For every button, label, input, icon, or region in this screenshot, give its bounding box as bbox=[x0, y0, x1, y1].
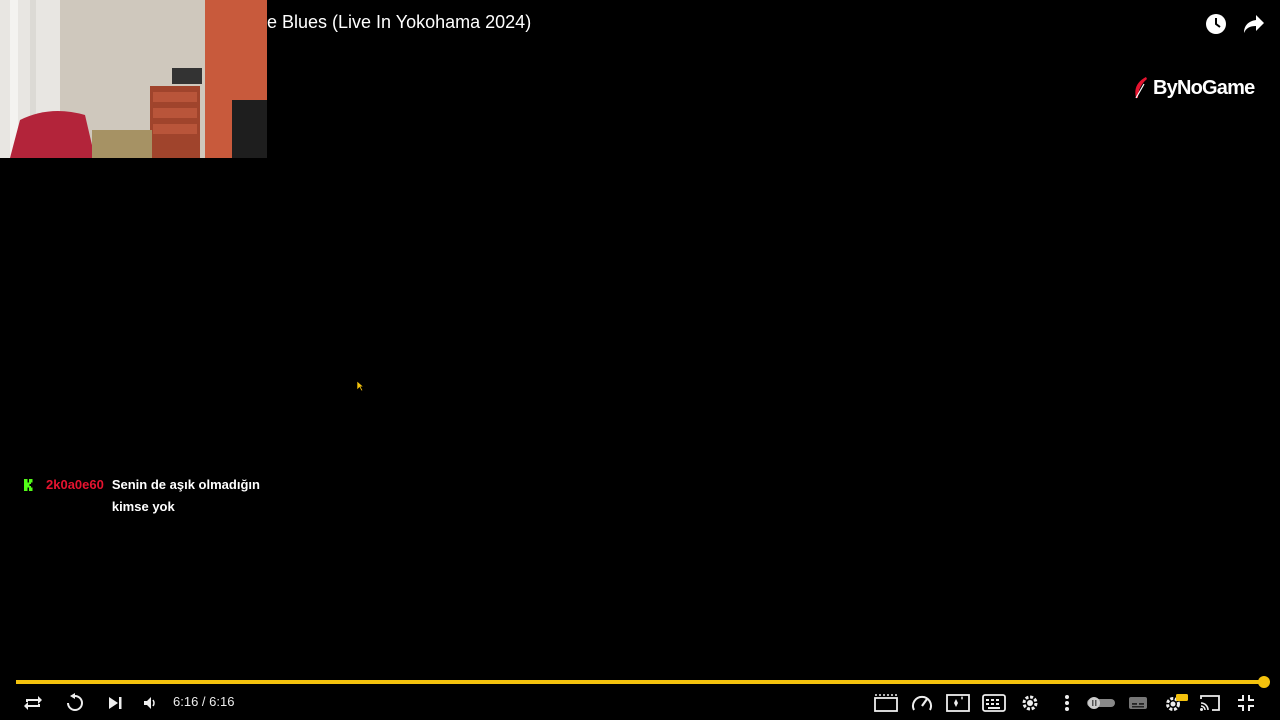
next-icon[interactable] bbox=[102, 690, 128, 716]
mouse-cursor bbox=[356, 380, 364, 392]
chat-message: 2k0a0e60 Senin de aşık olmadığın kimse y… bbox=[24, 474, 284, 518]
theater-icon[interactable] bbox=[873, 690, 899, 716]
cast-icon[interactable] bbox=[1197, 690, 1223, 716]
keyboard-icon[interactable] bbox=[981, 690, 1007, 716]
video-title: e Blues (Live In Yokohama 2024) bbox=[267, 12, 532, 32]
replay-icon[interactable] bbox=[62, 690, 88, 716]
brand-logo: ByNoGame bbox=[1132, 76, 1255, 100]
feather-icon bbox=[1135, 77, 1147, 99]
player-controls: 6:16 / 6:16 bbox=[0, 688, 1280, 718]
exit-fullscreen-icon[interactable] bbox=[1233, 690, 1259, 716]
kick-badge-icon bbox=[24, 474, 38, 496]
more-icon[interactable] bbox=[1054, 690, 1080, 716]
enhance-icon[interactable] bbox=[945, 690, 971, 716]
brand-name: ByNoGame bbox=[1153, 76, 1255, 99]
progress-scrubber[interactable] bbox=[1258, 676, 1270, 688]
loop-icon[interactable] bbox=[20, 690, 46, 716]
autoplay-toggle[interactable] bbox=[1086, 690, 1116, 716]
volume-icon[interactable] bbox=[137, 690, 163, 716]
chat-text: Senin de aşık olmadığın kimse yok bbox=[111, 477, 260, 514]
chat-username: 2k0a0e60 bbox=[46, 477, 104, 492]
progress-bar[interactable] bbox=[16, 680, 1264, 684]
webcam-overlay bbox=[0, 0, 267, 158]
share-icon[interactable] bbox=[1242, 12, 1266, 36]
time-display: 6:16 / 6:16 bbox=[173, 694, 235, 709]
clock-icon[interactable] bbox=[1204, 12, 1228, 36]
quality-settings-icon[interactable] bbox=[1163, 690, 1189, 716]
top-right-actions bbox=[1204, 12, 1266, 36]
speed-icon[interactable] bbox=[909, 690, 935, 716]
settings-icon[interactable] bbox=[1017, 690, 1043, 716]
subtitles-icon[interactable] bbox=[1125, 690, 1151, 716]
